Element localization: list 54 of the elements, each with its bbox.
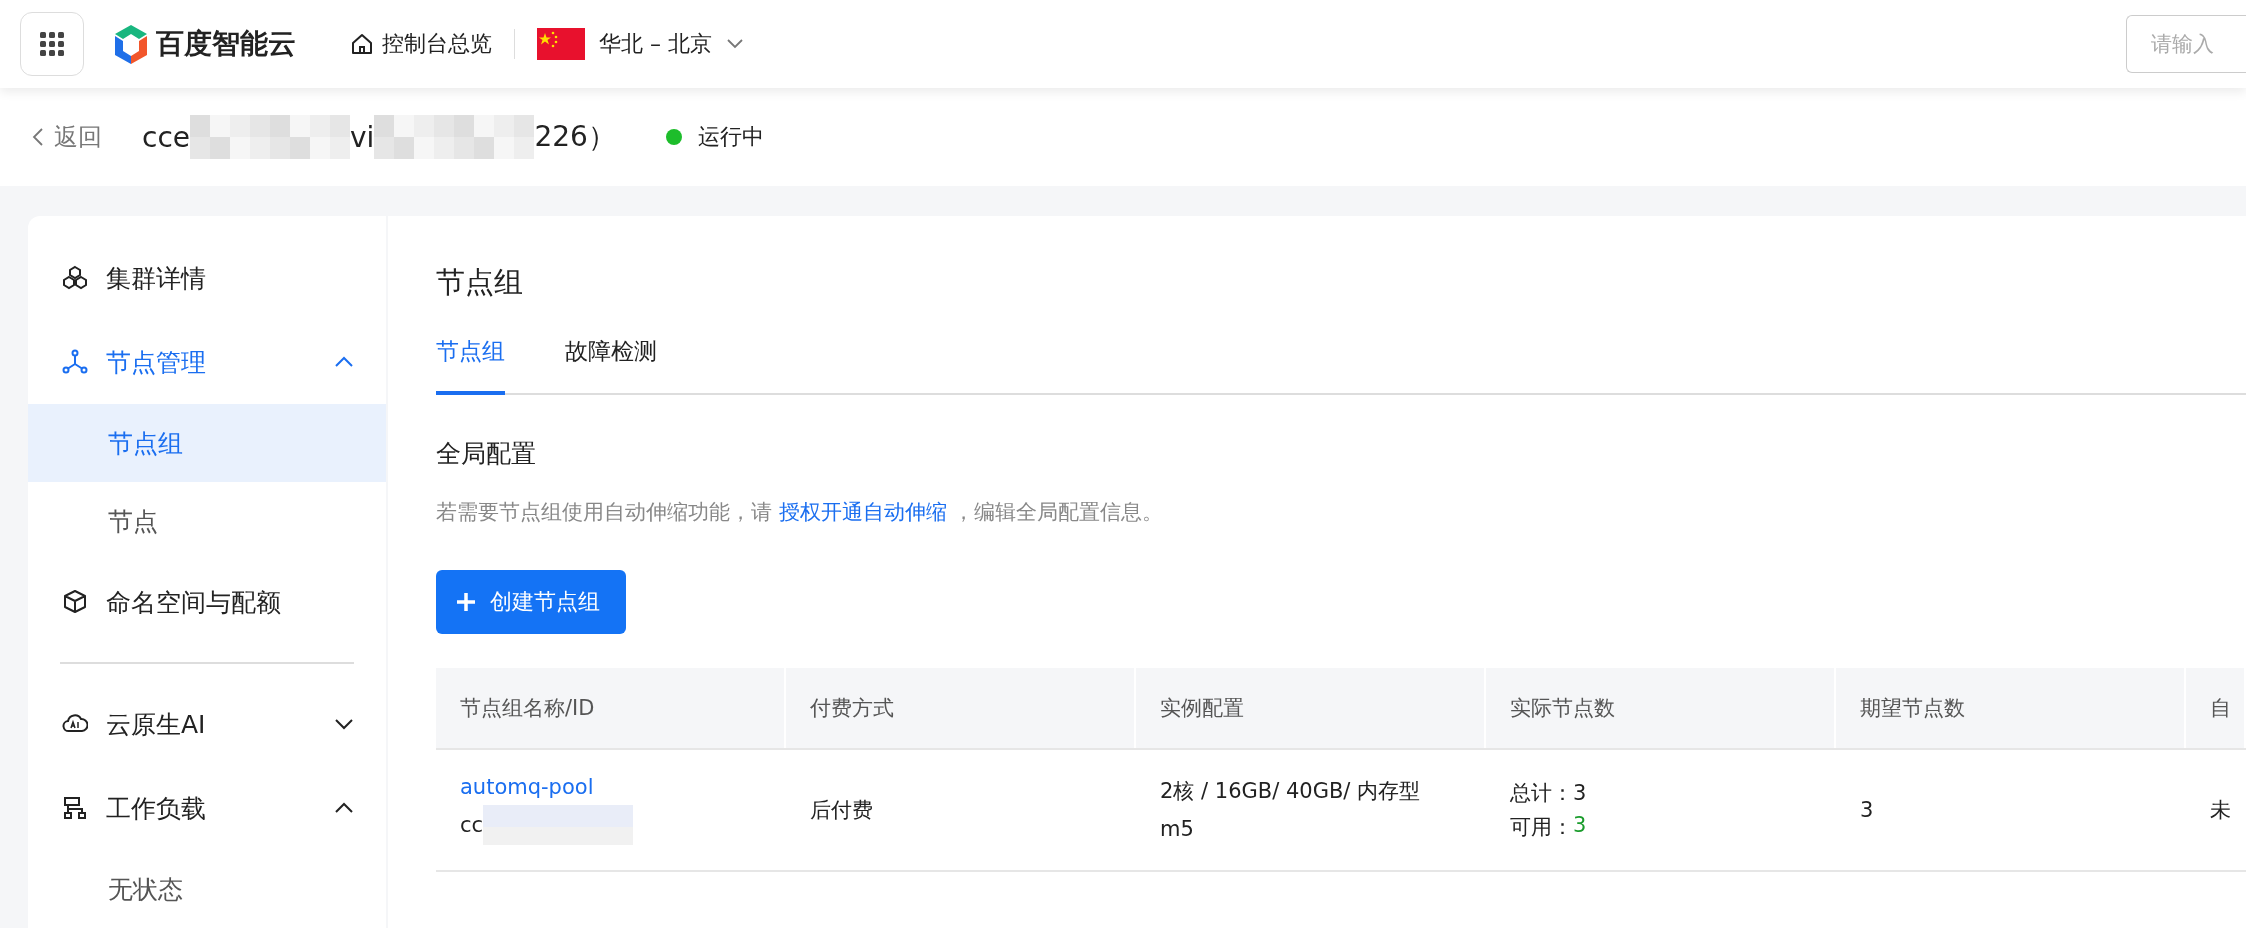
column-header: 节点组名称/ID (436, 668, 786, 748)
tab[interactable]: 节点组 (436, 326, 505, 395)
hint-text: 若需要节点组使用自动伸缩功能，请 授权开通自动伸缩 ，编辑全局配置信息。 (436, 499, 1164, 526)
plus-icon (456, 592, 476, 612)
cube-icon (62, 589, 88, 615)
console-overview-link[interactable]: 控制台总览 (350, 29, 492, 59)
page-title: 节点组 (436, 264, 523, 301)
sidebar-item[interactable]: 集群详情 (28, 236, 386, 320)
sidebar-subitem[interactable]: 节点 (28, 482, 386, 560)
sidebar-item[interactable]: 工作负载 (28, 766, 386, 850)
cluster-title: cce (142, 120, 190, 154)
flowchart-icon (62, 795, 88, 821)
chevron-down-icon (334, 718, 354, 730)
table-cell-text: 3 (1859, 797, 1875, 824)
column-header: 自 (2186, 668, 2246, 748)
grid-icon (40, 32, 64, 56)
sidebar-item[interactable]: 节点管理 (28, 320, 386, 404)
chevron-up-icon (334, 802, 354, 814)
cluster-title: vi (350, 120, 375, 154)
region-selector[interactable]: 华北 – 北京 (537, 28, 744, 60)
table-cell-text: 2核 / 16GB/ 40GB/ 内存型 m5 (1159, 778, 1422, 843)
table-cell-text: 可用： (1510, 814, 1573, 841)
column-header: 期望节点数 (1836, 668, 2186, 748)
sidebar-item[interactable]: 云原生AI (28, 682, 386, 766)
tab[interactable]: 故障检测 (565, 326, 657, 395)
column-header: 实际节点数 (1486, 668, 1836, 748)
node-group-link[interactable]: automq-pool (460, 775, 594, 799)
node-group-id: cc (460, 813, 484, 837)
sidebar-subitem[interactable]: 无状态 (28, 850, 386, 928)
authorize-link[interactable]: 授权开通自动伸缩 (778, 500, 947, 524)
chevron-left-icon (32, 127, 44, 147)
create-button[interactable]: 创建节点组 (436, 570, 626, 634)
hexagons-icon (62, 265, 88, 291)
table-cell-text: 总计：3 (1510, 780, 1587, 807)
back-link[interactable]: 返回 (32, 121, 102, 153)
cluster-title: 226） (534, 119, 616, 155)
logo-icon (112, 23, 150, 65)
brand-name: 百度智能云 (156, 26, 296, 62)
node-graph-icon (62, 349, 88, 375)
chevron-down-icon (726, 38, 744, 50)
table-cell-text: 后付费 (809, 797, 874, 824)
column-header: 实例配置 (1136, 668, 1486, 748)
column-header: 付费方式 (786, 668, 1136, 748)
apps-menu-button[interactable] (20, 12, 84, 76)
sidebar-subitem[interactable]: 节点组 (28, 404, 386, 482)
search-field[interactable]: 请输入 (2126, 15, 2246, 73)
table-cell-text: 3 (1573, 813, 1587, 839)
flag-icon (537, 28, 585, 60)
table-cell-text: 未 (2209, 797, 2232, 824)
chevron-up-icon (334, 356, 354, 368)
home-icon (350, 32, 374, 56)
section-title: 全局配置 (436, 438, 536, 470)
sidebar-item[interactable]: 命名空间与配额 (28, 560, 386, 644)
status-text: 运行中 (697, 123, 764, 151)
